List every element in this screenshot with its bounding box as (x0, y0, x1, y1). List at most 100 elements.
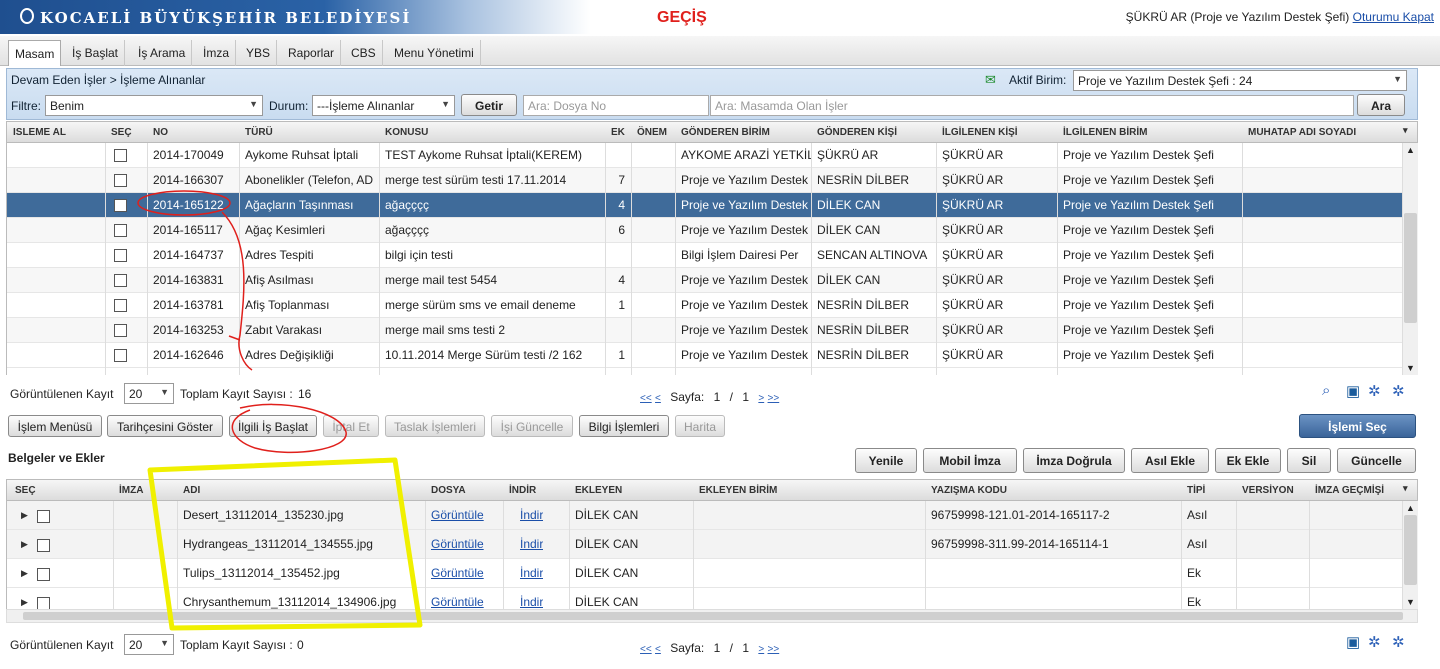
hscroll-thumb[interactable] (23, 612, 1403, 620)
col2-dosya[interactable]: DOSYA (431, 485, 466, 496)
doc-checkbox[interactable] (37, 539, 50, 552)
download-link[interactable]: İndir (520, 566, 543, 580)
col2-imza[interactable]: İMZA (119, 485, 143, 496)
menu-ybs[interactable]: YBS (240, 40, 278, 66)
row-checkbox[interactable] (114, 174, 127, 187)
doc-checkbox[interactable] (37, 597, 50, 609)
col2-ekleyen-birim[interactable]: EKLEYEN BİRİM (699, 485, 777, 496)
scroll-down-icon[interactable]: ▼ (1406, 597, 1415, 607)
column-menu-icon[interactable]: ▾ (1403, 483, 1408, 494)
menu-is-baslat[interactable]: İş Başlat (66, 40, 126, 66)
last-page-icon[interactable]: >> (768, 393, 780, 404)
view-link[interactable]: Görüntüle (431, 595, 484, 609)
view-link[interactable]: Görüntüle (431, 566, 484, 580)
column-menu-icon[interactable]: ▾ (1403, 125, 1408, 136)
expand-icon[interactable]: ▶ (21, 510, 28, 521)
row-checkbox[interactable] (114, 274, 127, 287)
grid2-hscrollbar[interactable] (6, 609, 1418, 623)
search-file-input[interactable]: Ara: Dosya No (523, 95, 709, 116)
col2-sec[interactable]: SEÇ (15, 485, 36, 496)
grid1-scrollbar[interactable]: ▲ ▼ (1402, 143, 1418, 375)
tarihce-button[interactable]: Tarihçesini Göster (107, 415, 223, 437)
active-unit-select[interactable]: Proje ve Yazılım Destek Şefi : 24 ▼ (1073, 70, 1407, 91)
next-page-icon[interactable]: > (758, 393, 764, 404)
go-button[interactable]: Getir (461, 94, 517, 116)
guncelle-button[interactable]: Güncelle (1337, 448, 1416, 473)
next-page-icon[interactable]: > (758, 644, 764, 655)
first-page-icon[interactable]: << (640, 393, 652, 404)
settings-icon[interactable]: ✲ (1368, 633, 1381, 651)
doc-checkbox[interactable] (37, 510, 50, 523)
table-row[interactable]: 2014-165122 Ağaçların Taşınması ağaçççç 4 Pr… (7, 193, 1402, 218)
ek-ekle-button[interactable]: Ek Ekle (1215, 448, 1281, 473)
col-ek[interactable]: EK (611, 127, 625, 138)
col-ilgilenen-kisi[interactable]: İLGİLENEN KİŞİ (942, 127, 1018, 138)
prev-page-icon[interactable]: < (655, 644, 661, 655)
col-turu[interactable]: TÜRÜ (245, 127, 273, 138)
scroll-up-icon[interactable]: ▲ (1406, 503, 1415, 513)
yenile-button[interactable]: Yenile (855, 448, 917, 473)
mobil-imza-button[interactable]: Mobil İmza (923, 448, 1017, 473)
menu-imza[interactable]: İmza (197, 40, 237, 66)
col2-adi[interactable]: ADI (183, 485, 200, 496)
col2-versiyon[interactable]: VERSİYON (1242, 485, 1294, 496)
col2-tipi[interactable]: TİPİ (1187, 485, 1205, 496)
grid2-scrollbar[interactable]: ▲ ▼ (1402, 501, 1418, 609)
row-checkbox[interactable] (114, 249, 127, 262)
view-link[interactable]: Görüntüle (431, 508, 484, 522)
ilgili-is-baslat-button[interactable]: İlgili İş Başlat (229, 415, 317, 437)
download-link[interactable]: İndir (520, 508, 543, 522)
col2-yazisma-kodu[interactable]: YAZIŞMA KODU (931, 485, 1007, 496)
status-select[interactable]: ---İşleme Alınanlar ▼ (312, 95, 455, 116)
col2-indir[interactable]: İNDİR (509, 485, 536, 496)
col-sec[interactable]: SEÇ (111, 127, 132, 138)
row-checkbox[interactable] (114, 149, 127, 162)
menu-yonetimi[interactable]: Menu Yönetimi (388, 40, 481, 66)
search-icon[interactable]: ⌕ (1322, 382, 1330, 399)
page-current-2[interactable]: 1 (714, 641, 721, 655)
col-gonderen-kisi[interactable]: GÖNDEREN KİŞİ (817, 127, 897, 138)
doc-checkbox[interactable] (37, 568, 50, 581)
shown-select[interactable]: 20 ▼ (124, 383, 174, 404)
menu-is-arama[interactable]: İş Arama (132, 40, 193, 66)
doc-row[interactable]: ▶ Desert_13112014_135230.jpg Görüntüle İndi… (7, 501, 1402, 530)
gear-icon[interactable]: ✲ (1392, 633, 1405, 651)
expand-icon[interactable]: ▶ (21, 539, 28, 550)
asil-ekle-button[interactable]: Asıl Ekle (1131, 448, 1209, 473)
settings-icon[interactable]: ✲ (1368, 382, 1381, 400)
islem-menusu-button[interactable]: İşlem Menüsü (8, 415, 102, 437)
bilgi-islemleri-button[interactable]: Bilgi İşlemleri (579, 415, 669, 437)
harita-button[interactable]: Harita (675, 415, 725, 437)
search-button[interactable]: Ara (1357, 94, 1405, 116)
scroll-thumb[interactable] (1404, 213, 1417, 323)
page-current[interactable]: 1 (714, 390, 721, 404)
table-row[interactable]: 2014-170049 Aykome Ruhsat İptali TEST Ayko… (7, 143, 1402, 168)
filter-select[interactable]: Benim ▼ (45, 95, 263, 116)
table-row[interactable]: 2014-162646 Adres Değişikliği 10.11.2014 M… (7, 343, 1402, 368)
col-no[interactable]: NO (153, 127, 168, 138)
row-checkbox[interactable] (114, 224, 127, 237)
doc-row[interactable]: ▶ Hydrangeas_13112014_134555.jpg Görüntüle… (7, 530, 1402, 559)
excel-export-icon[interactable]: ▣ (1346, 382, 1360, 400)
imza-dogrula-button[interactable]: İmza Doğrula (1023, 448, 1125, 473)
download-link[interactable]: İndir (520, 537, 543, 551)
logout-link[interactable]: Oturumu Kapat (1353, 10, 1434, 24)
excel-export-icon[interactable]: ▣ (1346, 633, 1360, 651)
menu-raporlar[interactable]: Raporlar (282, 40, 342, 66)
col-isleme-al[interactable]: ISLEME AL (13, 127, 66, 138)
row-checkbox[interactable] (114, 324, 127, 337)
scroll-up-icon[interactable]: ▲ (1406, 145, 1415, 155)
table-row[interactable]: 2014-164737 Adres Tespiti bilgi için testi… (7, 243, 1402, 268)
expand-icon[interactable]: ▶ (21, 597, 28, 608)
expand-icon[interactable]: ▶ (21, 568, 28, 579)
gear-icon[interactable]: ✲ (1392, 382, 1405, 400)
col-ilgilenen-birim[interactable]: İLGİLENEN BİRİM (1063, 127, 1147, 138)
doc-row[interactable]: ▶ Chrysanthemum_13112014_134906.jpg Görünt… (7, 588, 1402, 609)
row-checkbox[interactable] (114, 299, 127, 312)
row-checkbox[interactable] (114, 349, 127, 362)
sil-button[interactable]: Sil (1287, 448, 1331, 473)
prev-page-icon[interactable]: < (655, 393, 661, 404)
table-row[interactable]: 2014-165117 Ağaç Kesimleri ağaçççç 6 Proje v… (7, 218, 1402, 243)
scroll-thumb[interactable] (1404, 515, 1417, 585)
taslak-button[interactable]: Taslak İşlemleri (385, 415, 485, 437)
